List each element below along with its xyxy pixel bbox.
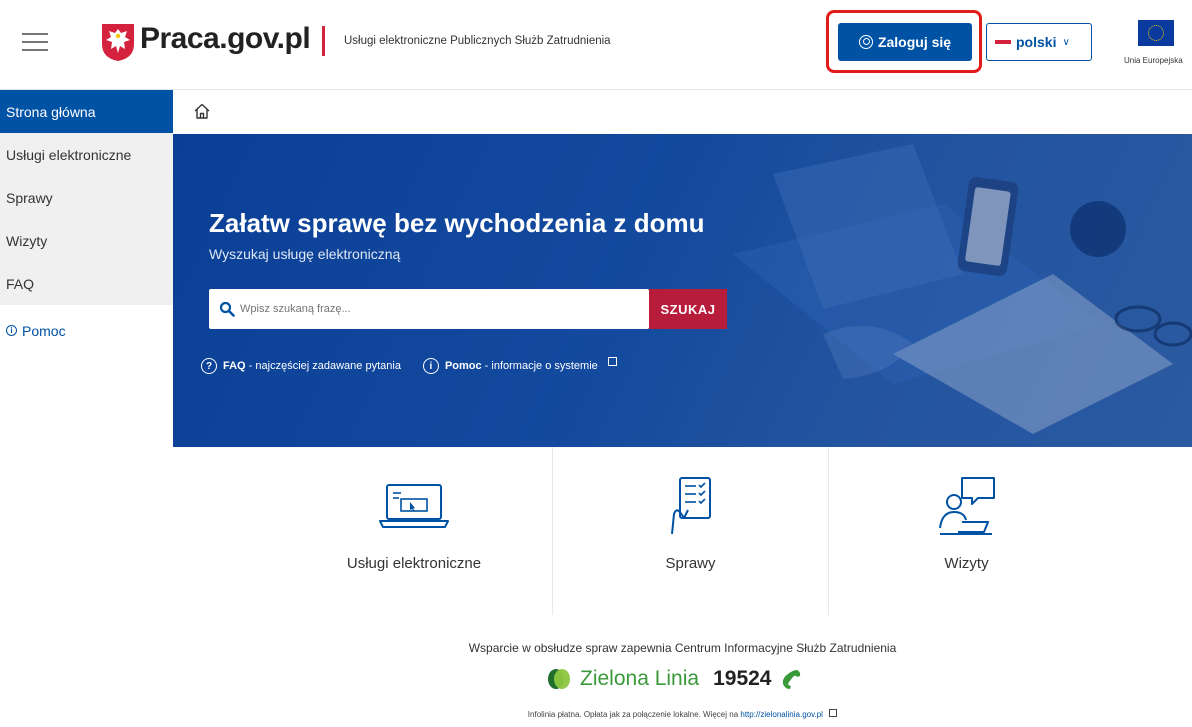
login-highlight-frame: [826, 10, 982, 73]
search-button[interactable]: SZUKAJ: [649, 289, 727, 329]
home-icon[interactable]: [193, 102, 211, 120]
green-line-logo-icon: [548, 669, 570, 689]
external-link-icon: [607, 356, 617, 366]
tile-cases[interactable]: Sprawy: [552, 447, 828, 615]
green-line-hotline[interactable]: Zielona Linia 19524: [546, 667, 802, 691]
service-tiles: Usługi elektroniczne Sprawy Wizyty: [276, 447, 1104, 615]
external-link-icon: [829, 709, 838, 717]
eu-flag-icon: [1138, 20, 1174, 46]
checklist-icon: [670, 477, 711, 535]
faq-link-bold: FAQ: [223, 360, 246, 372]
help-link-text: - informacje o systemie: [481, 360, 598, 372]
flag-icon: [995, 40, 1011, 44]
eu-label: Unia Europejska: [1124, 56, 1183, 65]
info-icon: i: [422, 358, 439, 374]
support-text: Wsparcie w obsłudze spraw zapewnia Centr…: [468, 641, 897, 655]
green-line-name: Zielona Linia: [580, 667, 700, 690]
phone-icon: [782, 670, 800, 689]
tile-visits[interactable]: Wizyty: [828, 447, 1104, 615]
search-box: [209, 289, 649, 329]
help-link-bold: Pomoc: [444, 360, 482, 372]
laptop-icon: [379, 484, 449, 528]
site-logo-text[interactable]: Praca.gov.pl: [140, 22, 311, 56]
polish-eagle-emblem-icon[interactable]: [100, 22, 136, 62]
consultation-icon: [938, 477, 995, 535]
sidebar-item-home[interactable]: Strona główna: [0, 90, 173, 133]
search-input[interactable]: [240, 294, 540, 324]
tile-label: Wizyty: [944, 555, 989, 572]
sidebar-item-e-services[interactable]: Usługi elektroniczne: [0, 133, 173, 176]
tile-label: Sprawy: [665, 555, 716, 572]
search-icon: [219, 301, 235, 317]
footnote: Infolinia płatna. Opłata jak za połączen…: [173, 709, 1192, 719]
hamburger-menu-icon[interactable]: [22, 33, 48, 51]
breadcrumb: [173, 90, 1192, 134]
hero-banner: Załatw sprawę bez wychodzenia z domu Wys…: [173, 134, 1192, 447]
hero-links: ? FAQ - najczęściej zadawane pytania i P…: [201, 356, 617, 374]
green-line-number: 19524: [713, 667, 772, 690]
tile-label: Usługi elektroniczne: [346, 555, 482, 572]
language-label: polski: [1016, 34, 1057, 50]
sidebar-item-cases[interactable]: Sprawy: [0, 176, 173, 219]
sidebar-help-label: Pomoc: [22, 322, 66, 339]
site-tagline: Usługi elektroniczne Publicznych Służb Z…: [344, 35, 611, 47]
help-link[interactable]: i Pomoc - informacje o systemie: [422, 356, 617, 374]
footnote-text: Infolinia płatna. Opłata jak za połączen…: [527, 710, 741, 719]
chevron-down-icon: ∨: [1062, 36, 1070, 48]
sidebar-item-faq[interactable]: FAQ: [0, 262, 173, 305]
language-select[interactable]: polski ∨: [986, 23, 1092, 61]
hero-subtitle: Wyszukaj usługę elektroniczną: [209, 246, 401, 262]
sidebar-item-help[interactable]: i Pomoc: [0, 309, 173, 352]
question-icon: ?: [201, 358, 217, 374]
sidebar-item-visits[interactable]: Wizyty: [0, 219, 173, 262]
info-icon: i: [6, 325, 17, 336]
faq-link[interactable]: ? FAQ - najczęściej zadawane pytania: [201, 358, 401, 374]
header: Praca.gov.pl Usługi elektroniczne Public…: [0, 0, 1192, 90]
tile-e-services[interactable]: Usługi elektroniczne: [276, 447, 552, 615]
hero-title: Załatw sprawę bez wychodzenia z domu: [209, 208, 705, 238]
faq-link-text: - najczęściej zadawane pytania: [245, 360, 401, 372]
green-line-website-link[interactable]: http://zielonalinia.gov.pl: [740, 710, 823, 719]
sidebar: Strona główna Usługi elektroniczne Spraw…: [0, 90, 173, 727]
logo-divider: [322, 26, 325, 56]
